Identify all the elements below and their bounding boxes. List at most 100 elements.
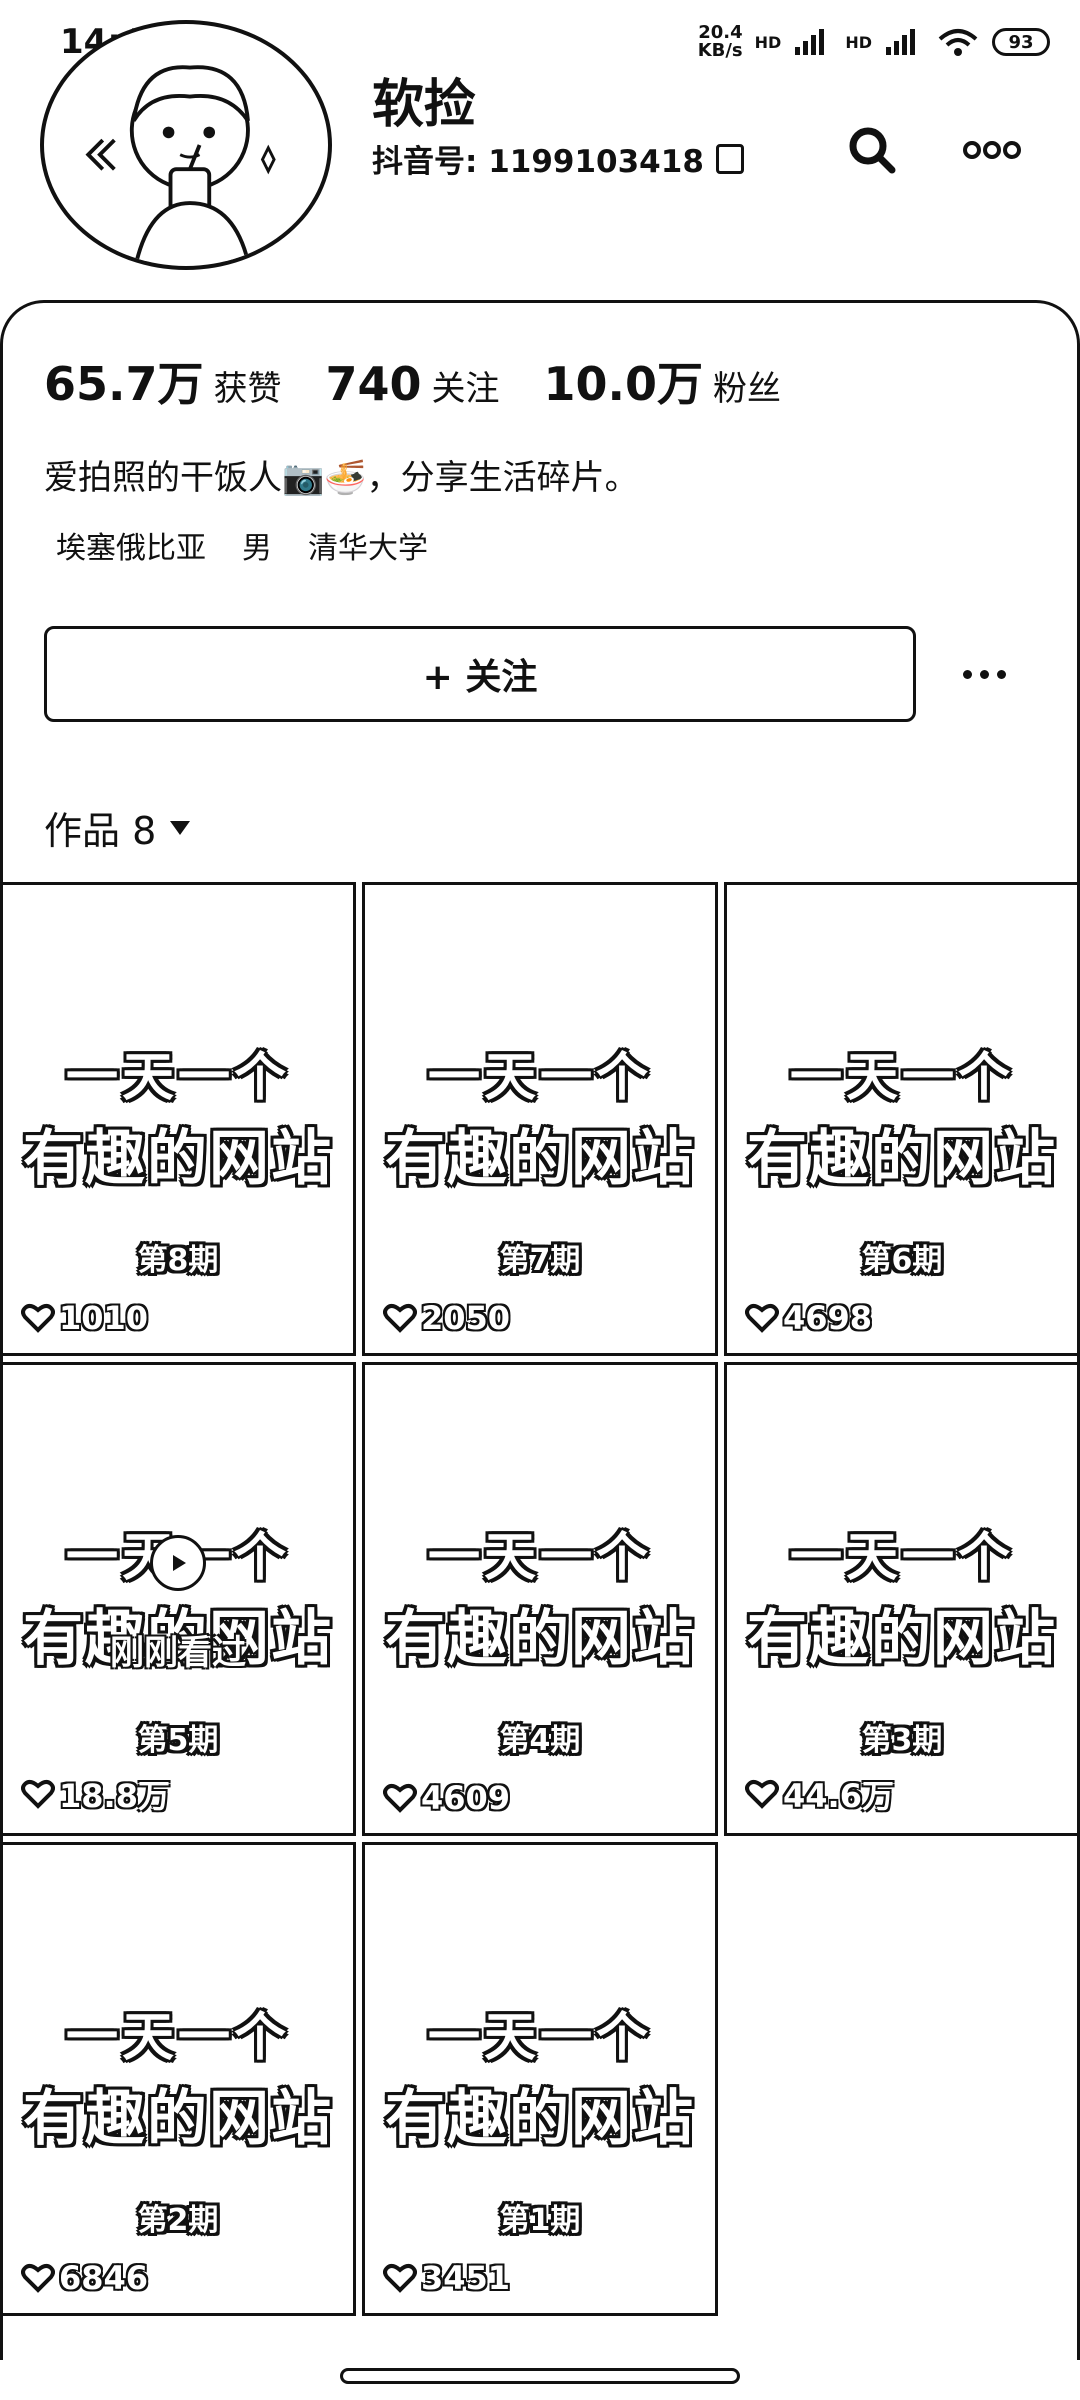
video-title-line2: 有趣的网站 bbox=[747, 1124, 1057, 1194]
net-speed: 20.4 KB/s bbox=[698, 24, 743, 60]
tag-gender: 男 bbox=[242, 531, 272, 566]
follow-button[interactable]: + 关注 bbox=[44, 626, 916, 722]
likes-count: 18.8万 bbox=[59, 1777, 170, 1815]
video-tile[interactable]: 一天一个 有趣的网站 第6期 4698 bbox=[724, 882, 1080, 1356]
video-likes: 2050 bbox=[383, 1299, 510, 1337]
video-title-line1: 一天一个 bbox=[427, 1048, 652, 1108]
heart-icon bbox=[383, 1303, 417, 1333]
stat-label: 关注 bbox=[431, 369, 500, 409]
network-label-2: HD bbox=[845, 32, 872, 52]
heart-icon bbox=[383, 1783, 417, 1813]
more-actions-button[interactable] bbox=[944, 646, 1024, 702]
heart-icon bbox=[21, 1779, 55, 1809]
video-likes: 44.6万 bbox=[745, 1771, 894, 1817]
likes-count: 4698 bbox=[783, 1299, 873, 1337]
likes-count: 2050 bbox=[421, 1299, 511, 1337]
video-likes: 3451 bbox=[383, 2259, 510, 2297]
recently-watched-label: 刚刚看过 bbox=[110, 1633, 246, 1673]
likes-count: 6846 bbox=[59, 2259, 149, 2297]
bio: 爱拍照的干饭人📷🍜，分享生活碎片。 bbox=[44, 458, 639, 498]
video-likes: 18.8万 bbox=[21, 1771, 170, 1817]
more-options-button[interactable] bbox=[950, 108, 1034, 192]
video-title-line2: 有趣的网站 bbox=[385, 1604, 695, 1674]
video-episode: 第7期 bbox=[499, 1243, 581, 1278]
video-title-line1: 一天一个 bbox=[65, 2008, 290, 2068]
search-button[interactable] bbox=[830, 108, 914, 192]
heart-icon bbox=[745, 1303, 779, 1333]
video-title-line2: 有趣的网站 bbox=[385, 2084, 695, 2154]
works-label: 作品 8 bbox=[44, 809, 157, 853]
stat-value: 10.0万 bbox=[543, 357, 704, 411]
likes-count: 44.6万 bbox=[783, 1777, 894, 1815]
search-icon bbox=[849, 127, 896, 174]
video-title-line2: 有趣的网站 bbox=[385, 1124, 695, 1194]
video-title-line1: 一天一个 bbox=[427, 2008, 652, 2068]
copy-icon[interactable] bbox=[715, 143, 744, 174]
video-likes: 4698 bbox=[745, 1299, 872, 1337]
heart-icon bbox=[383, 2263, 417, 2293]
likes-count: 1010 bbox=[59, 1299, 149, 1337]
profile-tags: 埃塞俄比亚 男 清华大学 bbox=[56, 523, 428, 567]
video-title-line1: 一天一个 bbox=[65, 1048, 290, 1108]
video-episode: 第5期 bbox=[137, 1723, 219, 1758]
video-episode: 第3期 bbox=[861, 1723, 943, 1758]
douyin-id-text: 抖音号: 1199103418 bbox=[372, 144, 704, 180]
video-likes: 1010 bbox=[21, 1299, 148, 1337]
video-episode: 第8期 bbox=[137, 1243, 219, 1278]
works-tab[interactable]: 作品 8 bbox=[44, 800, 191, 855]
video-tile[interactable]: 一天一个 有趣的网站 第8期 1010 bbox=[0, 882, 356, 1356]
video-tile[interactable]: 一天一个 有趣的网站 第2期 6846 bbox=[0, 1842, 356, 2316]
video-episode: 第4期 bbox=[499, 1723, 581, 1758]
network-label-1: HD bbox=[754, 32, 782, 52]
video-tile[interactable]: 一天一个 有趣的网站 刚刚看过 第5期 18.8万 bbox=[0, 1362, 356, 1836]
heart-icon bbox=[745, 1779, 779, 1809]
net-speed-unit: KB/s bbox=[697, 40, 743, 61]
video-tile[interactable]: 一天一个 有趣的网站 第7期 2050 bbox=[362, 882, 718, 1356]
video-tile[interactable]: 一天一个 有趣的网站 第4期 4609 bbox=[362, 1362, 718, 1836]
signal-icon-2 bbox=[886, 29, 915, 55]
home-indicator[interactable] bbox=[340, 2368, 740, 2384]
battery-icon: 93 bbox=[992, 28, 1050, 56]
recently-watched-overlay: 刚刚看过 bbox=[110, 1535, 246, 1674]
video-likes: 6846 bbox=[21, 2259, 148, 2297]
dot-icon bbox=[962, 669, 972, 679]
stat-followers[interactable]: 10.0万 粉丝 bbox=[544, 348, 782, 414]
video-title-line2: 有趣的网站 bbox=[23, 2084, 333, 2154]
wifi-icon bbox=[938, 29, 978, 56]
caret-down-icon bbox=[170, 820, 191, 835]
likes-count: 3451 bbox=[421, 2259, 511, 2297]
video-tile[interactable]: 一天一个 有趣的网站 第3期 44.6万 bbox=[724, 1362, 1080, 1836]
stat-value: 65.7万 bbox=[44, 357, 204, 411]
video-episode: 第2期 bbox=[137, 2203, 219, 2238]
video-likes: 4609 bbox=[383, 1779, 510, 1817]
stats-row: 65.7万 获赞 740 关注 10.0万 粉丝 bbox=[44, 348, 781, 414]
stat-label: 获赞 bbox=[213, 369, 282, 409]
video-episode: 第1期 bbox=[499, 2203, 581, 2238]
status-right: 20.4 KB/s HD HD 93 bbox=[698, 24, 1050, 60]
dot-icon bbox=[996, 669, 1006, 679]
dot-icon bbox=[979, 669, 989, 679]
avatar[interactable] bbox=[40, 20, 332, 270]
douyin-id: 抖音号: 1199103418 bbox=[372, 136, 744, 181]
play-icon bbox=[150, 1535, 206, 1591]
stat-following[interactable]: 740 关注 bbox=[326, 357, 500, 411]
heart-icon bbox=[21, 1303, 55, 1333]
signal-icon bbox=[795, 29, 825, 55]
tag-location: 埃塞俄比亚 bbox=[56, 531, 206, 566]
tag-school: 清华大学 bbox=[308, 531, 428, 566]
video-title-line1: 一天一个 bbox=[789, 1048, 1014, 1108]
stat-value: 740 bbox=[325, 357, 422, 411]
likes-count: 4609 bbox=[421, 1779, 511, 1817]
heart-icon bbox=[21, 2263, 55, 2293]
video-title-line2: 有趣的网站 bbox=[23, 1124, 333, 1194]
battery-level: 93 bbox=[1008, 31, 1034, 53]
video-title-line1: 一天一个 bbox=[427, 1528, 652, 1588]
more-icon bbox=[963, 141, 1021, 159]
video-tile[interactable]: 一天一个 有趣的网站 第1期 3451 bbox=[362, 1842, 718, 2316]
stat-label: 粉丝 bbox=[713, 369, 782, 409]
stat-likes[interactable]: 65.7万 获赞 bbox=[44, 348, 282, 414]
profile-name: 软捡 bbox=[372, 75, 477, 135]
video-episode: 第6期 bbox=[861, 1243, 943, 1278]
video-title-line1: 一天一个 bbox=[789, 1528, 1014, 1588]
avatar-illustration bbox=[85, 65, 276, 262]
